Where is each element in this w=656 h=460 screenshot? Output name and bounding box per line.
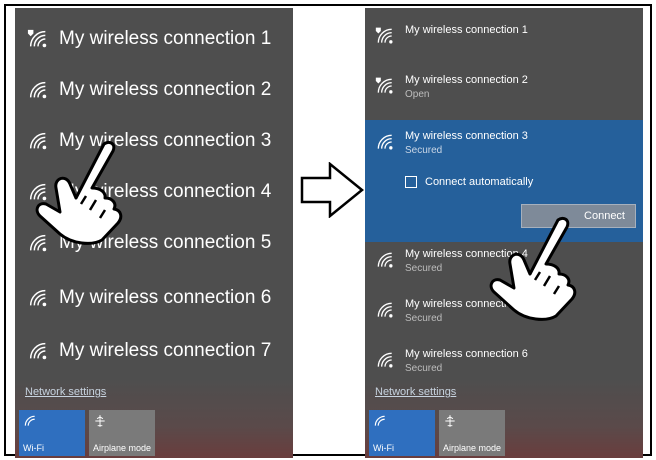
network-name: My wireless connection 2 (405, 74, 528, 86)
network-name: My wireless connection 1 (405, 24, 528, 36)
network-settings-link[interactable]: Network settings (25, 386, 106, 398)
network-item[interactable]: My wireless connection 1 (27, 28, 271, 50)
network-name: My wireless connection 6 (405, 348, 528, 360)
wifi-icon (24, 415, 35, 426)
wifi-tile-label: Wi-Fi (23, 443, 44, 453)
network-item[interactable]: My wireless connection 2 Open (375, 74, 528, 100)
airplane-mode-tile[interactable]: Airplane mode (439, 410, 505, 456)
network-name: My wireless connection 7 (59, 340, 272, 361)
network-name: My wireless connection 6 (59, 287, 272, 308)
airplane-tile-label: Airplane mode (93, 443, 152, 453)
network-status: Open (405, 89, 430, 100)
airplane-mode-tile[interactable]: Airplane mode (89, 410, 155, 456)
network-item[interactable]: My wireless connection 7 (27, 340, 271, 362)
network-status: Secured (405, 363, 443, 374)
airplane-icon (445, 415, 455, 427)
network-item[interactable]: My wireless connection 3 Secured (375, 130, 528, 156)
checkbox-box[interactable] (405, 176, 417, 188)
network-item[interactable]: My wireless connection 6 Secured (375, 348, 528, 374)
network-item[interactable]: My wireless connection 6 (27, 287, 271, 309)
airplane-tile-label: Airplane mode (443, 443, 502, 453)
wifi-secured-icon (375, 27, 393, 44)
wifi-icon (377, 252, 393, 268)
hand-pointer-icon (35, 140, 123, 245)
wifi-secured-icon (27, 29, 47, 48)
network-name: My wireless connection 2 (59, 79, 272, 100)
hand-pointer-icon (489, 216, 577, 321)
network-item[interactable]: My wireless connection 1 (375, 24, 528, 46)
wifi-tile[interactable]: Wi-Fi (369, 410, 435, 456)
network-name: My wireless connection 1 (59, 28, 272, 49)
airplane-icon (95, 415, 105, 427)
connect-automatically-label: Connect automatically (425, 176, 534, 188)
network-item[interactable]: My wireless connection 2 (27, 79, 271, 101)
wifi-icon (377, 134, 393, 150)
wifi-tile-label: Wi-Fi (373, 443, 394, 453)
wifi-icon (29, 342, 47, 360)
wifi-icon (29, 81, 47, 99)
wifi-secured-icon (375, 77, 393, 94)
connect-automatically-checkbox[interactable]: Connect automatically (405, 176, 533, 188)
right-arrow-icon (300, 162, 364, 218)
wifi-icon (377, 352, 393, 368)
wifi-icon (29, 289, 47, 307)
network-name: My wireless connection 3 (405, 130, 528, 142)
network-settings-link[interactable]: Network settings (375, 386, 456, 398)
network-status: Secured (405, 145, 443, 156)
wifi-tile[interactable]: Wi-Fi (19, 410, 85, 456)
wifi-icon (374, 415, 385, 426)
wifi-icon (377, 302, 393, 318)
